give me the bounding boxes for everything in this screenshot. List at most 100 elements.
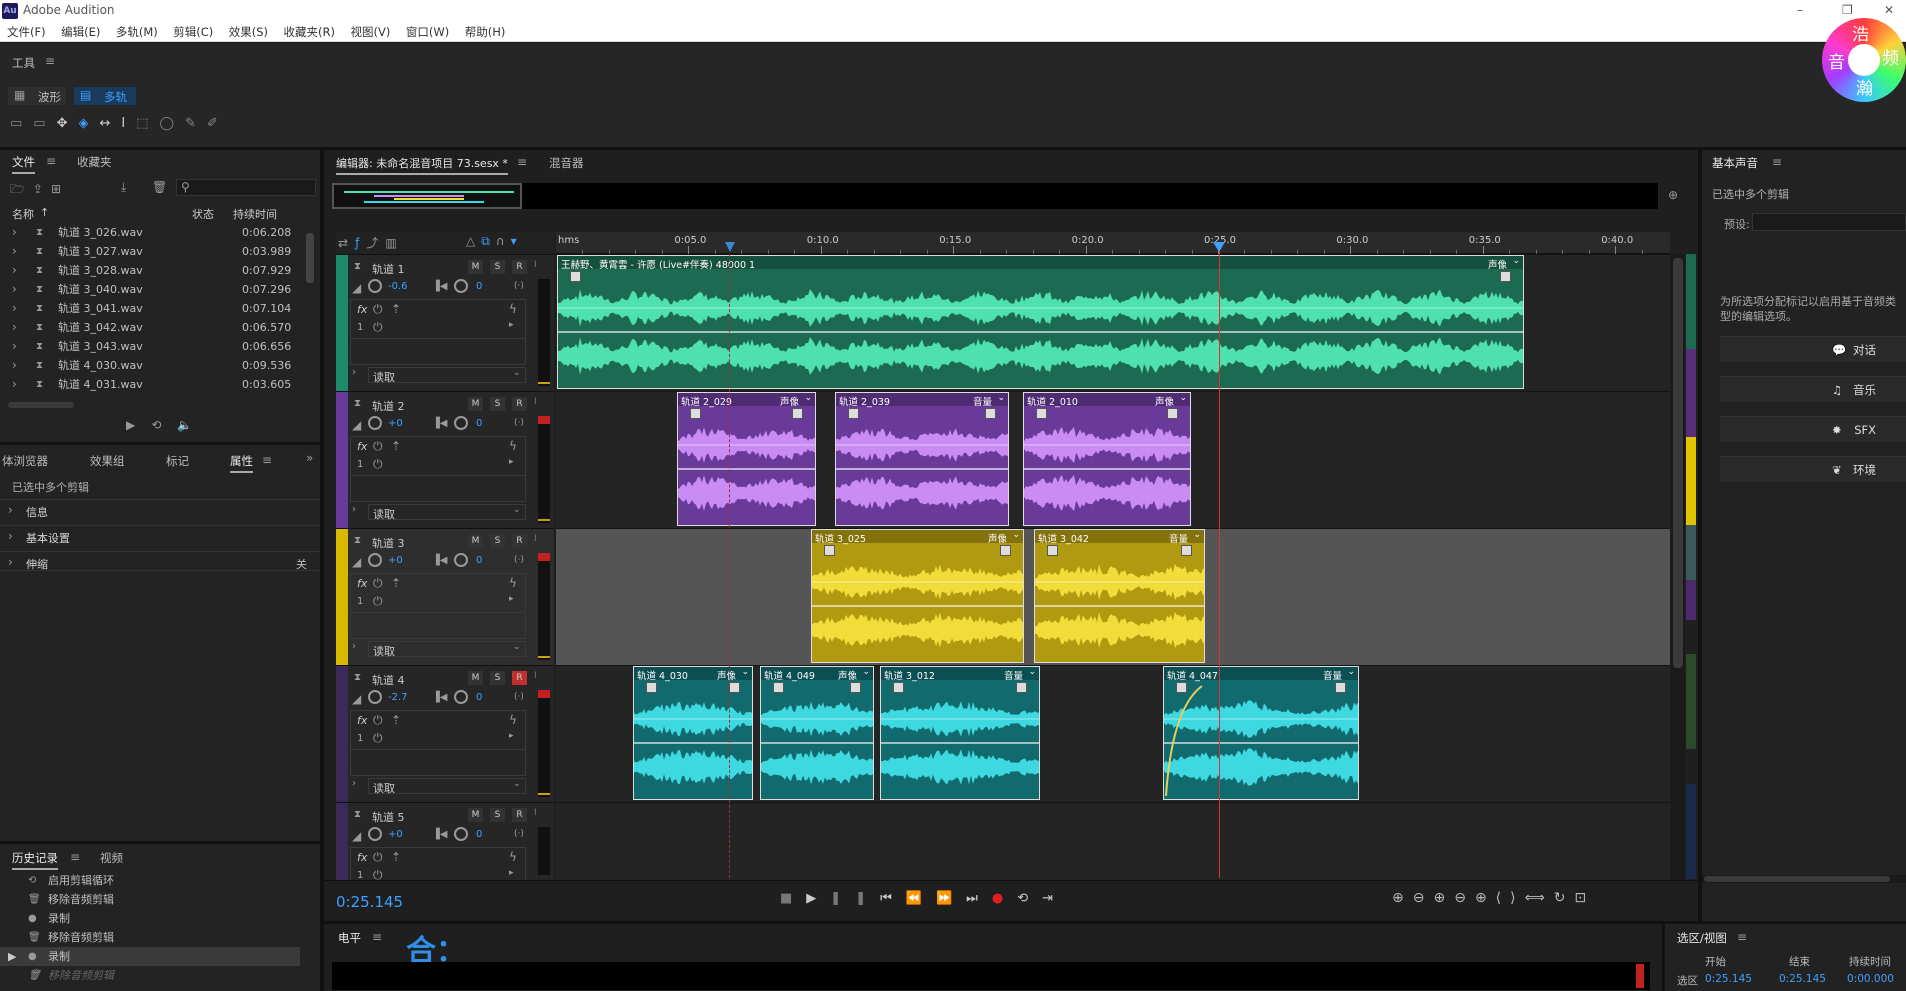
zoom-out-amp-icon[interactable]: ⊖ [1413, 890, 1434, 906]
pre-post-icon[interactable]: ⇡ [391, 850, 401, 864]
pre-post-icon[interactable]: ⇡ [391, 576, 401, 590]
new-file-icon[interactable]: ⊞ [51, 182, 69, 196]
solo-button[interactable]: S [490, 260, 505, 274]
track-name[interactable]: 轨道 4 [372, 672, 405, 688]
volume-knob[interactable] [368, 279, 382, 293]
zoom-reset-icon[interactable]: ↻ [1554, 890, 1575, 906]
lasso-icon[interactable]: ◯ [160, 116, 186, 131]
spot-heal-icon[interactable]: ✐ [207, 116, 229, 131]
input-monitor-button[interactable]: I [534, 397, 537, 407]
volume-knob[interactable] [368, 690, 382, 704]
volume-value[interactable]: +0 [388, 555, 403, 566]
file-item[interactable]: › ⧗ 轨道 3_028.wav 0:07.929 [0, 261, 300, 280]
clip-mode[interactable]: 音量 [1004, 668, 1023, 682]
pan-value[interactable]: 0 [476, 418, 482, 429]
zoom-left-icon[interactable]: ⟨ [1496, 890, 1510, 906]
fade-in-handle[interactable] [690, 408, 701, 419]
go-start-icon[interactable]: ⏮ [880, 891, 906, 906]
marker-icon[interactable]: ▾ [511, 234, 523, 248]
current-time[interactable]: 0:25.145 [336, 893, 403, 911]
close-icon[interactable]: ✕ [1884, 3, 1894, 17]
fx-icon[interactable]: ƒ [355, 236, 366, 250]
fade-out-handle[interactable] [985, 408, 996, 419]
file-item[interactable]: › ⧗ 轨道 3_026.wav 0:06.208 [0, 223, 300, 242]
tab-mixer[interactable]: 混音器 [549, 155, 584, 171]
track-header[interactable]: ⧗ 轨道 3 M S R I ◢ +0 ▐◀ 0 (·) fx ⏻ ⇡ ϟ 1 ⏻ ▸ › 读取 ⌄ [336, 528, 554, 665]
track-header[interactable]: ⧗ 轨道 1 M S R I ◢ -0.6 ▐◀ 0 (·) fx ⏻ ⇡ ϟ 1 ⏻ ▸ › 读取 ⌄ [336, 254, 554, 391]
menu-window[interactable]: 窗口(W) [406, 22, 449, 42]
fast-forward-icon[interactable]: ⏩ [936, 891, 966, 906]
fx-label[interactable]: fx [357, 714, 367, 727]
zoom-sel-icon[interactable]: ⟺ [1525, 890, 1554, 906]
power-icon[interactable]: ⏻ [373, 457, 383, 472]
chevron-down-icon[interactable]: ⌄ [997, 393, 1005, 403]
track-name[interactable]: 轨道 1 [372, 261, 405, 277]
pan-value[interactable]: 0 [476, 692, 482, 703]
clip-mode[interactable]: 音量 [1323, 668, 1342, 682]
waveform-tab[interactable]: ▦ 波形 [8, 87, 66, 105]
chevron-down-icon[interactable]: ⌄ [1193, 530, 1201, 540]
menu-view[interactable]: 视图(V) [351, 22, 391, 42]
chevron-right-icon[interactable]: › [352, 367, 356, 378]
fade-in-handle[interactable] [893, 682, 904, 693]
history-item[interactable]: 🗑 移除音频剪辑 [0, 890, 300, 909]
lightning-icon[interactable]: ϟ [509, 302, 517, 316]
zoom-in-time-icon[interactable]: ⊕ [1433, 890, 1454, 906]
record-arm-button[interactable]: R [512, 260, 527, 274]
play-icon[interactable]: ▶ [806, 891, 830, 906]
automation-mode-select[interactable]: 读取 ⌄ [368, 504, 526, 521]
zoom-out-time-icon[interactable]: ⊖ [1454, 890, 1475, 906]
playhead[interactable] [1219, 243, 1220, 878]
menu-icon[interactable]: ≡ [372, 930, 382, 944]
spectral-icon[interactable]: ▭ [10, 116, 33, 131]
zoom-in-amp-icon[interactable]: ⊕ [1392, 890, 1413, 906]
volume-value[interactable]: +0 [388, 829, 403, 840]
power-icon[interactable]: ⏻ [373, 576, 383, 591]
power-icon[interactable]: ⏻ [373, 850, 383, 865]
menu-edit[interactable]: 编辑(E) [61, 22, 100, 42]
audio-clip[interactable]: 轨道 2_039 音量 ⌄ [835, 392, 1009, 526]
fade-in-handle[interactable] [646, 682, 657, 693]
power-icon[interactable]: ⏻ [373, 731, 383, 746]
col-duration[interactable]: 持续时间 [233, 206, 277, 222]
chevron-down-icon[interactable]: ⌄ [1347, 667, 1355, 677]
preset-select[interactable] [1752, 213, 1906, 231]
audio-clip[interactable]: 轨道 3_042 音量 ⌄ [1034, 529, 1205, 663]
chevron-right-icon[interactable]: ▸ [509, 868, 514, 878]
menu-favorites[interactable]: 收藏夹(R) [284, 22, 335, 42]
fade-out-handle[interactable] [1335, 682, 1346, 693]
file-item[interactable]: › ⧗ 轨道 4_031.wav 0:03.605 [0, 375, 300, 394]
input-monitor-button[interactable]: I [534, 534, 537, 544]
tab-media-browser[interactable]: 体浏览器 [2, 453, 48, 469]
chevron-right-icon[interactable]: › [12, 337, 17, 356]
audio-clip[interactable]: 轨道 4_049 声像 ⌄ [760, 666, 874, 800]
clip-mode[interactable]: 声像 [1488, 257, 1507, 271]
razor-tool-icon[interactable]: ◈ [79, 116, 100, 131]
lightning-icon[interactable]: ϟ [509, 850, 517, 864]
more-icon[interactable]: » [306, 451, 313, 465]
fade-curve[interactable] [1164, 678, 1204, 798]
input-monitor-button[interactable]: I [534, 671, 537, 681]
selection-end[interactable]: 0:25.145 [1779, 973, 1826, 985]
file-item[interactable]: › ⧗ 轨道 3_027.wav 0:03.989 [0, 242, 300, 261]
volume-knob[interactable] [368, 416, 382, 430]
chevron-right-icon[interactable]: ▸ [509, 594, 514, 604]
clip-mode[interactable]: 声像 [838, 668, 857, 682]
file-item[interactable]: › ⧗ 轨道 3_043.wav 0:06.656 [0, 337, 300, 356]
autoplay-icon[interactable]: 🔈 [177, 418, 208, 432]
automation-mode-select[interactable]: 读取 ⌄ [368, 367, 526, 384]
chevron-down-icon[interactable]: ⌄ [741, 667, 749, 677]
skip-selection-icon[interactable]: ⇥ [1042, 891, 1067, 906]
col-status[interactable]: 状态 [192, 206, 214, 222]
menu-effects[interactable]: 效果(S) [229, 22, 268, 42]
clip-mode[interactable]: 声像 [780, 394, 799, 408]
record-arm-button[interactable]: R [512, 397, 527, 411]
section-basic[interactable]: › 基本设置 [0, 525, 320, 545]
chevron-right-icon[interactable]: › [352, 778, 356, 789]
mute-button[interactable]: M [468, 671, 483, 685]
menu-clip[interactable]: 剪辑(C) [173, 22, 213, 42]
eq-icon[interactable]: ▥ [385, 236, 403, 250]
chevron-right-icon[interactable]: › [12, 223, 17, 242]
section-stretch[interactable]: › 伸缩 关 [0, 551, 320, 571]
mute-button[interactable]: M [468, 397, 483, 411]
